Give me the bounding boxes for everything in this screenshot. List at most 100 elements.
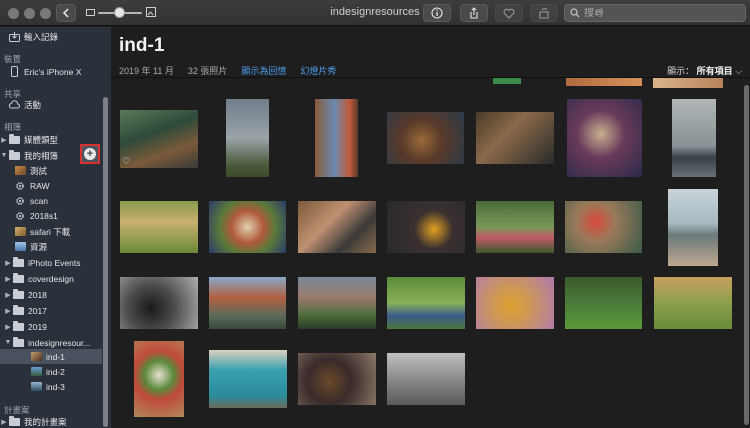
album-thumbnail [14, 166, 26, 175]
photo-thumbnail[interactable] [226, 99, 269, 177]
folder-icon [12, 304, 24, 315]
sidebar-item-label: scan [30, 195, 48, 206]
sidebar-item-my-projects[interactable]: ▶ 我的計畫案 [0, 414, 102, 428]
rotate-button[interactable] [530, 4, 558, 22]
sidebar-item-ind-3[interactable]: ind-3 [0, 379, 102, 394]
small-photo-icon [86, 9, 95, 16]
sidebar-item-album[interactable]: safari 下載 [0, 224, 102, 239]
photo-thumbnail[interactable] [565, 201, 642, 253]
zoom-slider-knob[interactable] [114, 7, 125, 18]
photo-thumbnail[interactable] [653, 78, 723, 88]
sidebar-item-folder[interactable]: ▼ indesignresour... [0, 335, 102, 350]
album-meta: 2019 年 11 月 32 張照片 顯示為回憶 幻燈片秀 [119, 64, 336, 77]
sidebar-item-activity[interactable]: 活動 [0, 97, 102, 112]
display-filter-dropdown[interactable]: 顯示： 所有項目 ⌵ [667, 64, 742, 77]
display-value: 所有項目 [696, 66, 733, 76]
disclosure-right-icon[interactable]: ▶ [4, 275, 12, 283]
photo-thumbnail[interactable] [476, 112, 554, 164]
disclosure-down-icon[interactable]: ▼ [0, 152, 8, 159]
zoom-window-button[interactable] [40, 8, 51, 19]
photo-thumbnail[interactable] [209, 350, 287, 408]
photo-thumbnail[interactable] [387, 201, 465, 253]
disclosure-right-icon[interactable]: ▶ [4, 291, 12, 299]
sidebar-item-folder[interactable]: ▶ coverdesign [0, 271, 102, 286]
disclosure-right-icon[interactable]: ▶ [4, 323, 12, 331]
show-as-memory-link[interactable]: 顯示為回憶 [241, 64, 286, 77]
folder-icon [12, 256, 24, 267]
photo-thumbnail[interactable] [298, 201, 376, 253]
gear-icon [14, 181, 26, 191]
photo-thumbnail[interactable] [315, 99, 358, 177]
photo-thumbnail[interactable] [387, 353, 465, 405]
photo-thumbnail[interactable] [567, 99, 642, 177]
sidebar-item-album[interactable]: 測試 [0, 163, 102, 178]
large-photo-icon [146, 7, 156, 17]
search-input[interactable] [584, 7, 734, 19]
folder-icon [8, 133, 20, 144]
add-album-button[interactable]: + [80, 144, 100, 164]
disclosure-right-icon[interactable]: ▶ [4, 307, 12, 315]
disclosure-down-icon[interactable]: ▼ [4, 339, 12, 346]
photo-thumbnail[interactable] [298, 353, 376, 405]
sidebar-item-label: iPhoto Events [28, 257, 81, 268]
photo-thumbnail[interactable] [387, 277, 465, 329]
sidebar-item-device[interactable]: Eric's iPhone X [0, 64, 102, 79]
sidebar-item-import[interactable]: 輸入記錄 [0, 29, 102, 44]
photo-thumbnail[interactable] [565, 277, 642, 329]
photo-thumbnail[interactable] [493, 78, 521, 84]
folder-icon [12, 272, 24, 283]
photo-thumbnail[interactable]: ♡ [120, 110, 198, 168]
sidebar-item-label: Eric's iPhone X [24, 66, 82, 77]
favorite-button[interactable] [495, 4, 523, 22]
search-field[interactable] [564, 4, 746, 22]
photo-thumbnail[interactable] [672, 99, 716, 177]
sidebar-item-album[interactable]: 2018s1 [0, 208, 102, 223]
close-window-button[interactable] [8, 8, 19, 19]
sidebar-item-folder[interactable]: ▶ 2018 [0, 287, 102, 302]
sidebar-item-ind-2[interactable]: ind-2 [0, 364, 102, 379]
minimize-window-button[interactable] [24, 8, 35, 19]
photo-count: 32 張照片 [187, 66, 228, 76]
share-button[interactable] [460, 4, 488, 22]
gear-icon [14, 196, 26, 206]
chevron-left-icon [62, 8, 69, 18]
folder-icon [12, 288, 24, 299]
photo-thumbnail[interactable] [209, 201, 286, 253]
photo-thumbnail[interactable] [387, 112, 464, 164]
sidebar-item-folder[interactable]: ▶ 2019 [0, 319, 102, 334]
sidebar-item-album[interactable]: RAW [0, 178, 102, 193]
photo-thumbnail[interactable] [298, 277, 376, 329]
sidebar-item-label: 輸入記錄 [24, 31, 59, 42]
slideshow-link[interactable]: 幻燈片秀 [300, 64, 336, 77]
photo-thumbnail[interactable] [566, 78, 642, 86]
photo-thumbnail[interactable] [120, 277, 198, 329]
photo-thumbnail[interactable] [120, 201, 198, 253]
content-scrollbar[interactable] [744, 85, 749, 425]
sidebar-item-folder[interactable]: ▶ iPhoto Events [0, 255, 102, 270]
folder-icon [12, 336, 24, 347]
sidebar-item-ind-1[interactable]: ind-1 [0, 349, 102, 364]
sidebar-item-album[interactable]: 資源 [0, 239, 102, 254]
sidebar-item-label: 2017 [28, 305, 47, 316]
rotate-icon [539, 8, 549, 19]
disclosure-right-icon[interactable]: ▶ [0, 418, 8, 426]
sidebar-item-label: 2019 [28, 321, 47, 332]
sidebar-scrollbar[interactable] [103, 97, 108, 427]
cloud-icon [8, 100, 20, 110]
sidebar-item-label: ind-3 [46, 381, 65, 392]
photo-thumbnail[interactable] [476, 201, 554, 253]
back-button[interactable] [56, 4, 76, 22]
sidebar-item-folder[interactable]: ▶ 2017 [0, 303, 102, 318]
album-thumbnail [30, 352, 42, 361]
heart-icon [503, 8, 515, 19]
info-button[interactable] [423, 4, 451, 22]
disclosure-right-icon[interactable]: ▶ [4, 259, 12, 267]
photo-thumbnail[interactable] [668, 189, 718, 266]
photo-thumbnail[interactable] [654, 277, 732, 329]
photo-thumbnail[interactable] [476, 277, 554, 329]
album-thumbnail [14, 227, 26, 236]
sidebar-item-album[interactable]: scan [0, 193, 102, 208]
disclosure-right-icon[interactable]: ▶ [0, 136, 8, 144]
photo-thumbnail[interactable] [134, 341, 184, 417]
photo-thumbnail[interactable] [209, 277, 286, 329]
